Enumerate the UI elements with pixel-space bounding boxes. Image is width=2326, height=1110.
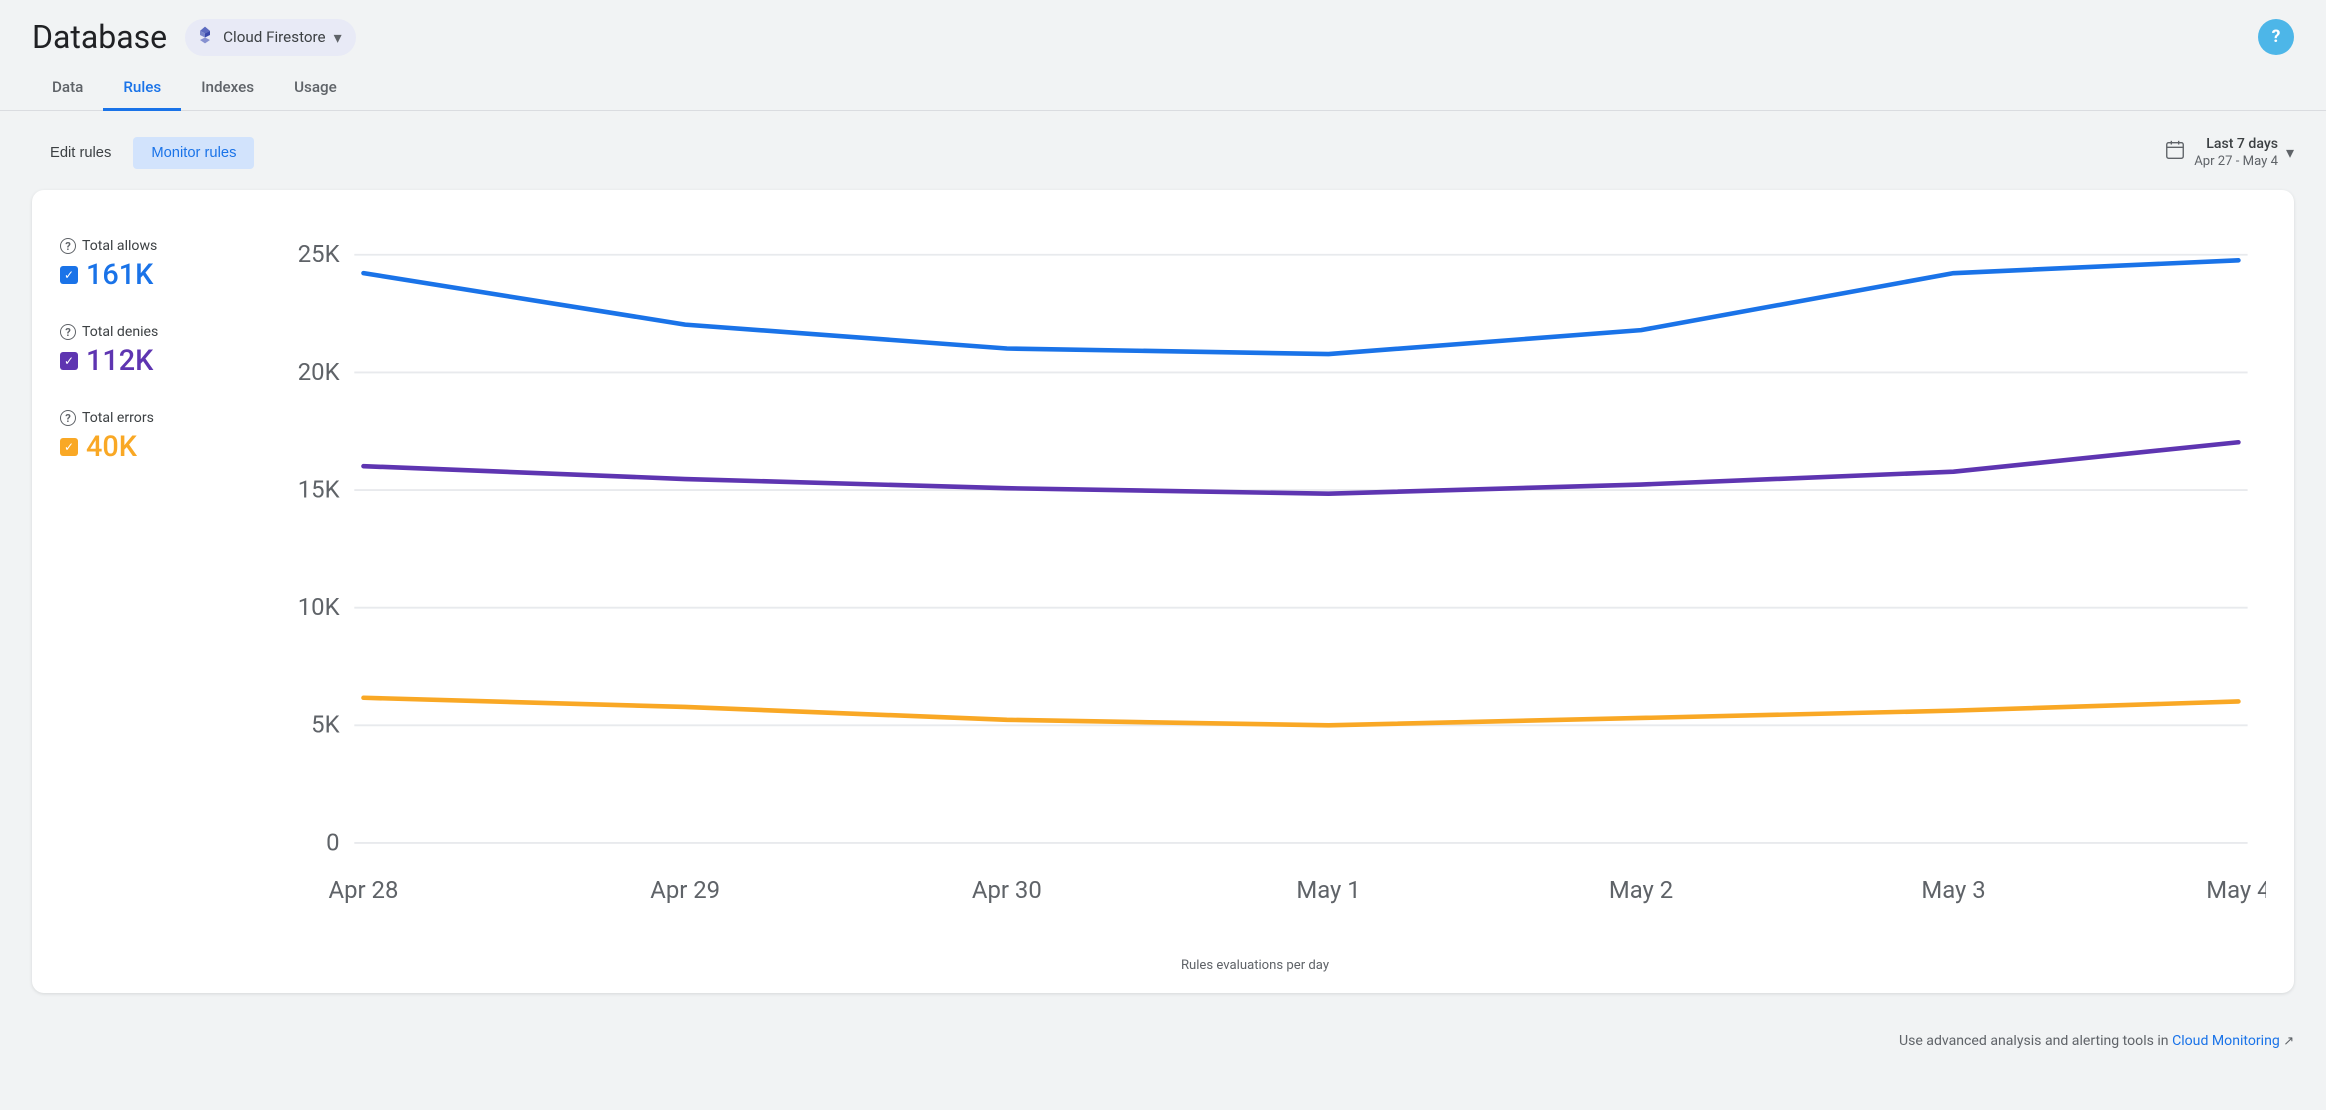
legend-denies: ? Total denies ✓ 112K	[60, 324, 220, 378]
allows-value: 161K	[86, 258, 153, 292]
product-name: Cloud Firestore	[223, 28, 325, 46]
external-link-icon: ↗	[2283, 1033, 2294, 1048]
page-title: Database	[32, 18, 167, 56]
date-range-primary: Last 7 days	[2194, 135, 2278, 153]
calendar-icon	[2164, 139, 2186, 166]
errors-help-icon[interactable]: ?	[60, 410, 76, 426]
errors-value: 40K	[86, 430, 137, 464]
svg-text:May 3: May 3	[1921, 876, 1985, 904]
legend-errors-label: ? Total errors	[60, 410, 220, 426]
firestore-icon	[195, 25, 215, 50]
legend-panel: ? Total allows ✓ 161K ? Total denies	[60, 218, 220, 972]
allows-help-icon[interactable]: ?	[60, 238, 76, 254]
main-content: Edit rules Monitor rules Last 7 days Apr…	[0, 111, 2326, 1017]
svg-text:May 2: May 2	[1609, 876, 1673, 904]
errors-checkbox[interactable]: ✓	[60, 438, 78, 456]
legend-errors: ? Total errors ✓ 40K	[60, 410, 220, 464]
toolbar: Edit rules Monitor rules Last 7 days Apr…	[32, 135, 2294, 170]
chevron-down-icon: ▾	[334, 28, 342, 47]
footer-note: Use advanced analysis and alerting tools…	[0, 1017, 2326, 1057]
svg-text:10K: 10K	[298, 593, 340, 621]
chart-x-label: Rules evaluations per day	[244, 958, 2266, 973]
date-chevron-icon: ▾	[2286, 143, 2294, 162]
svg-text:May 1: May 1	[1296, 876, 1360, 904]
chart-wrapper: 25K 20K 15K 10K 5K 0 Apr 28 Apr 29 Apr 3…	[244, 218, 2266, 972]
svg-text:0: 0	[326, 829, 339, 857]
svg-text:15K: 15K	[298, 476, 340, 504]
denies-value: 112K	[86, 344, 153, 378]
product-chip[interactable]: Cloud Firestore ▾	[185, 19, 356, 56]
denies-checkbox[interactable]: ✓	[60, 352, 78, 370]
tab-indexes[interactable]: Indexes	[181, 66, 274, 111]
svg-text:May 4: May 4	[2206, 876, 2266, 904]
svg-text:25K: 25K	[298, 240, 340, 268]
legend-allows: ? Total allows ✓ 161K	[60, 238, 220, 292]
cloud-monitoring-link[interactable]: Cloud Monitoring	[2172, 1033, 2280, 1049]
footer-prefix: Use advanced analysis and alerting tools…	[1899, 1033, 2172, 1049]
help-button[interactable]: ?	[2258, 19, 2294, 55]
rules-chart: 25K 20K 15K 10K 5K 0 Apr 28 Apr 29 Apr 3…	[244, 218, 2266, 953]
legend-denies-label: ? Total denies	[60, 324, 220, 340]
date-range-selector[interactable]: Last 7 days Apr 27 - May 4 ▾	[2164, 135, 2294, 170]
chart-area: ? Total allows ✓ 161K ? Total denies	[60, 218, 2266, 972]
date-range-text: Last 7 days Apr 27 - May 4	[2194, 135, 2278, 170]
tab-rules[interactable]: Rules	[103, 66, 181, 111]
svg-text:Apr 30: Apr 30	[972, 876, 1042, 904]
date-range-secondary: Apr 27 - May 4	[2194, 153, 2278, 170]
svg-text:Apr 28: Apr 28	[329, 876, 399, 904]
nav-tabs: Data Rules Indexes Usage	[0, 66, 2326, 111]
svg-text:5K: 5K	[311, 711, 339, 739]
tab-data[interactable]: Data	[32, 66, 103, 111]
edit-rules-button[interactable]: Edit rules	[32, 137, 129, 169]
chart-card: ? Total allows ✓ 161K ? Total denies	[32, 190, 2294, 992]
tab-usage[interactable]: Usage	[274, 66, 357, 111]
monitor-rules-button[interactable]: Monitor rules	[133, 137, 254, 169]
legend-allows-label: ? Total allows	[60, 238, 220, 254]
header: Database Cloud Firestore ▾ ?	[0, 0, 2326, 66]
svg-text:Apr 29: Apr 29	[650, 876, 720, 904]
denies-help-icon[interactable]: ?	[60, 324, 76, 340]
allows-checkbox[interactable]: ✓	[60, 266, 78, 284]
svg-text:20K: 20K	[298, 358, 340, 386]
